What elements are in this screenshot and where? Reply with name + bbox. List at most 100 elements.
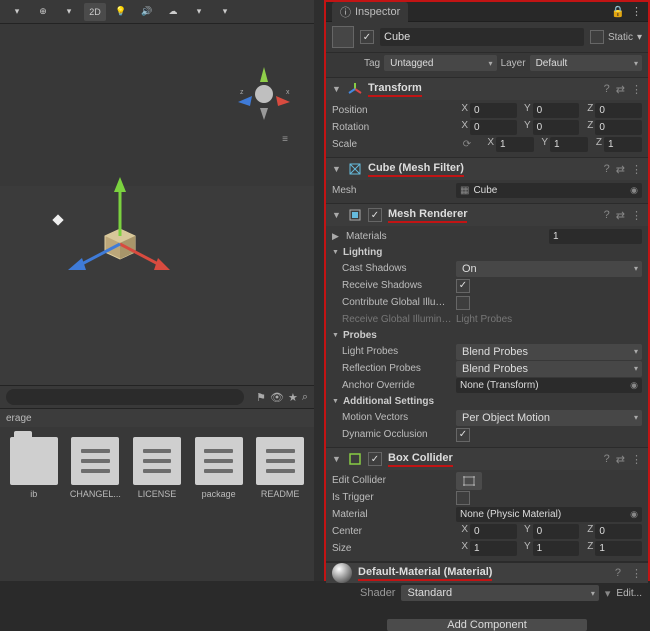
help-icon[interactable]: ? <box>604 209 610 222</box>
transform-gizmo[interactable] <box>50 174 170 294</box>
scale-z[interactable]: 1 <box>604 137 642 152</box>
tab-menu-icon[interactable]: ⋮ <box>631 5 642 18</box>
tag-dropdown[interactable]: Untagged <box>384 55 496 71</box>
position-x[interactable]: 0 <box>470 103 517 118</box>
lighting-section[interactable]: Lighting <box>332 247 642 258</box>
inspector-tab-header: ⓘ Inspector 🔒 ⋮ <box>326 2 648 22</box>
help-icon[interactable]: ? <box>604 453 610 466</box>
rotation-y[interactable]: 0 <box>533 120 580 135</box>
enabled-checkbox[interactable]: ✓ <box>360 30 374 44</box>
physmat-field[interactable]: None (Physic Material) <box>456 507 642 522</box>
pivot-icon[interactable]: ⊕ <box>32 3 54 21</box>
material-help-icon[interactable]: ? <box>615 567 621 579</box>
project-breadcrumb[interactable]: erage <box>0 409 314 427</box>
dynocclusion-checkbox[interactable]: ✓ <box>456 428 470 442</box>
shader-dropdown[interactable]: Standard <box>401 585 598 601</box>
asset-license[interactable]: LICENSE <box>129 437 185 571</box>
menu-icon[interactable]: ⋮ <box>631 83 642 96</box>
preset-icon[interactable]: ⇄ <box>616 83 625 96</box>
material-header[interactable]: Default-Material (Material) ? ⋮ <box>326 562 648 583</box>
help-icon[interactable]: ? <box>604 83 610 96</box>
receiveshadows-checkbox[interactable]: ✓ <box>456 279 470 293</box>
shading-toggle-2d[interactable]: 2D <box>84 3 106 21</box>
material-menu-icon[interactable]: ⋮ <box>631 567 642 580</box>
asset-folder[interactable]: ib <box>6 437 62 571</box>
shader-arrow-icon[interactable]: ▾ <box>605 587 611 600</box>
boxcollider-header[interactable]: ▼ ✓ Box Collider ?⇄⋮ <box>326 448 648 470</box>
rotation-x[interactable]: 0 <box>470 120 517 135</box>
materials-row[interactable]: ▶ Materials 1 <box>332 228 642 245</box>
mesh-field[interactable]: ▦Cube <box>456 183 642 198</box>
audio-icon[interactable]: 🔊 <box>136 3 158 21</box>
probes-section[interactable]: Probes <box>332 330 642 341</box>
menu-icon[interactable]: ⋮ <box>631 163 642 176</box>
light-icon[interactable]: 💡 <box>110 3 132 21</box>
istrigger-checkbox[interactable] <box>456 491 470 505</box>
meshfilter-header[interactable]: ▼ Cube (Mesh Filter) ?⇄⋮ <box>326 158 648 180</box>
center-z[interactable]: 0 <box>595 524 642 539</box>
castshadows-dropdown[interactable]: On <box>456 261 642 277</box>
meshrenderer-enabled[interactable]: ✓ <box>368 208 382 222</box>
size-y[interactable]: 1 <box>533 541 580 556</box>
asset-package[interactable]: package <box>191 437 247 571</box>
static-toggle[interactable]: Static ▾ <box>590 30 642 44</box>
inspector-tab[interactable]: ⓘ Inspector <box>332 2 408 22</box>
camera-icon[interactable]: ▾ <box>188 3 210 21</box>
meshrenderer-header[interactable]: ▼ ✓ Mesh Renderer ?⇄⋮ <box>326 204 648 226</box>
project-search[interactable] <box>6 389 244 405</box>
scale-y[interactable]: 1 <box>550 137 588 152</box>
center-x[interactable]: 0 <box>470 524 517 539</box>
scene-scrollbar[interactable] <box>314 0 324 581</box>
add-component-button[interactable]: Add Component <box>387 619 587 631</box>
asset-changelog[interactable]: CHANGEL... <box>68 437 124 571</box>
transform-header[interactable]: ▼ Transform ?⇄⋮ <box>326 78 648 100</box>
fold-icon[interactable]: ▼ <box>332 164 342 174</box>
lock-icon[interactable]: 🔒 <box>611 5 625 18</box>
size-z[interactable]: 1 <box>595 541 642 556</box>
static-dropdown-icon[interactable]: ▾ <box>637 32 642 43</box>
orientation-gizmo[interactable]: x z <box>234 64 294 124</box>
sky-icon[interactable]: ☁ <box>162 3 184 21</box>
projection-label[interactable]: ≡ <box>282 134 288 145</box>
slider-icon[interactable]: ⌕ <box>302 391 308 404</box>
boxcollider-enabled[interactable]: ✓ <box>368 452 382 466</box>
object-name-field[interactable]: Cube <box>380 28 584 46</box>
editcollider-button[interactable] <box>456 472 482 490</box>
visibility-icon[interactable]: 👁 <box>270 391 284 404</box>
anchoroverride-field[interactable]: None (Transform) <box>456 378 642 393</box>
reflectionprobes-dropdown[interactable]: Blend Probes <box>456 361 642 377</box>
preset-icon[interactable]: ⇄ <box>616 163 625 176</box>
materials-count[interactable]: 1 <box>549 229 642 244</box>
handle-icon[interactable]: ▾ <box>58 3 80 21</box>
fold-icon[interactable]: ▼ <box>332 84 342 94</box>
layer-dropdown[interactable]: Default <box>530 55 642 71</box>
gizmo-icon[interactable]: ▾ <box>214 3 236 21</box>
filter-icon[interactable]: ⚑ <box>256 391 266 404</box>
lightprobes-dropdown[interactable]: Blend Probes <box>456 344 642 360</box>
star-icon[interactable]: ★ <box>288 391 298 404</box>
position-z[interactable]: 0 <box>595 103 642 118</box>
preset-icon[interactable]: ⇄ <box>616 453 625 466</box>
material-edit-button[interactable]: Edit... <box>616 588 642 599</box>
size-x[interactable]: 1 <box>470 541 517 556</box>
scale-link-icon[interactable]: ⟳ <box>456 139 478 150</box>
cube-icon[interactable] <box>332 26 354 48</box>
scene-viewport[interactable]: x z ≡ <box>0 24 314 385</box>
rotation-z[interactable]: 0 <box>595 120 642 135</box>
asset-readme[interactable]: README <box>252 437 308 571</box>
center-y[interactable]: 0 <box>533 524 580 539</box>
materials-fold-icon[interactable]: ▶ <box>332 231 342 242</box>
scale-x[interactable]: 1 <box>496 137 534 152</box>
additional-section[interactable]: Additional Settings <box>332 396 642 407</box>
motionvectors-dropdown[interactable]: Per Object Motion <box>456 410 642 426</box>
position-y[interactable]: 0 <box>533 103 580 118</box>
menu-icon[interactable]: ⋮ <box>631 453 642 466</box>
contributegi-checkbox[interactable] <box>456 296 470 310</box>
static-checkbox[interactable] <box>590 30 604 44</box>
viewport-dropdown[interactable]: ▾ <box>6 3 28 21</box>
fold-icon[interactable]: ▼ <box>332 210 342 220</box>
help-icon[interactable]: ? <box>604 163 610 176</box>
preset-icon[interactable]: ⇄ <box>616 209 625 222</box>
fold-icon[interactable]: ▼ <box>332 454 342 464</box>
menu-icon[interactable]: ⋮ <box>631 209 642 222</box>
